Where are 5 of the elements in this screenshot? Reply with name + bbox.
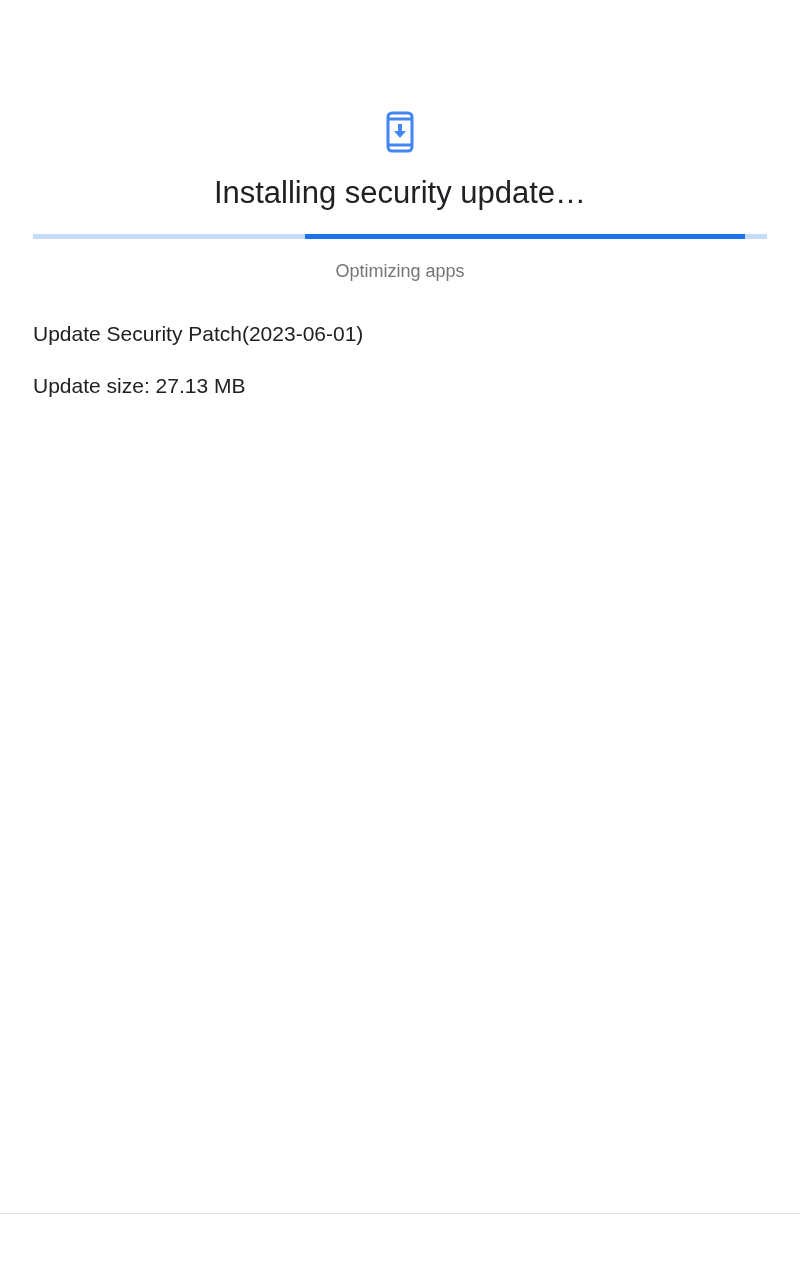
detail-text: Update Security Patch(2023-06-01) [33, 322, 365, 346]
status-text: Optimizing apps [334, 261, 466, 282]
detail-text: Update size: 27.13 MB [33, 374, 247, 398]
phone-download-icon [386, 111, 414, 153]
screen-title: Installing security update… [213, 175, 587, 211]
